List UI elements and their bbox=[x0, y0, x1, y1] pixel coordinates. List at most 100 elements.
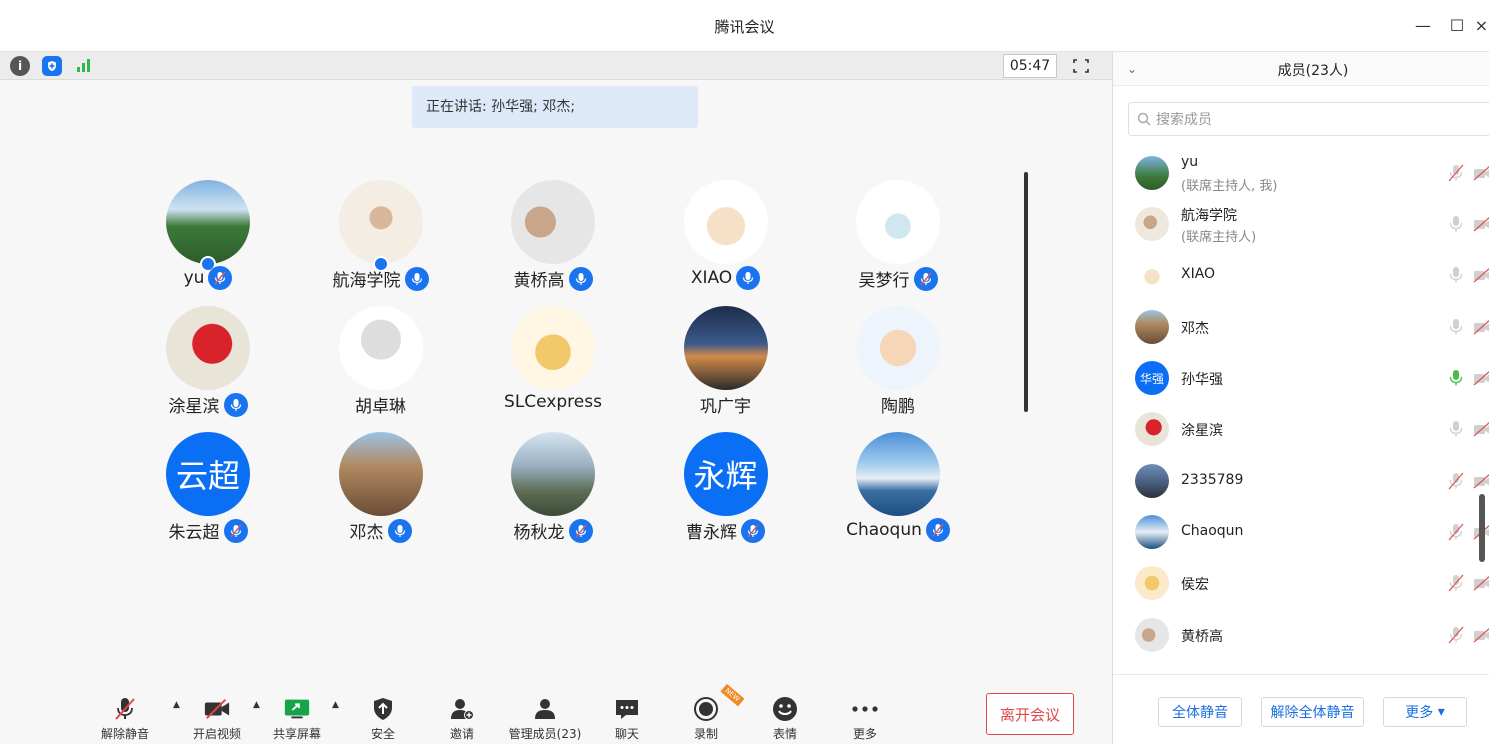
participant-avatar bbox=[166, 180, 250, 264]
member-row[interactable]: 邓杰 bbox=[1113, 302, 1489, 352]
grid-scrollbar[interactable] bbox=[1024, 172, 1028, 412]
member-camera-off-icon[interactable] bbox=[1473, 625, 1489, 645]
window-title: 腾讯会议 bbox=[714, 18, 775, 36]
member-row[interactable]: 2335789 bbox=[1113, 456, 1489, 506]
reaction-button[interactable]: 表情 bbox=[750, 696, 820, 742]
start-video-button[interactable]: 开启视频 bbox=[182, 696, 252, 742]
close-button[interactable]: × bbox=[1474, 14, 1489, 36]
participant-name-row: 杨秋龙 bbox=[467, 518, 639, 543]
member-row[interactable]: 侯宏 bbox=[1113, 558, 1489, 608]
member-mic-muted-icon[interactable] bbox=[1448, 625, 1464, 645]
participant-avatar: 永辉 bbox=[683, 432, 768, 516]
share-options-caret[interactable]: ▲ bbox=[332, 700, 339, 710]
member-camera-off-icon[interactable] bbox=[1473, 265, 1489, 285]
member-camera-off-icon[interactable] bbox=[1473, 419, 1489, 439]
participant-avatar bbox=[511, 180, 595, 264]
minimize-button[interactable]: — bbox=[1412, 14, 1434, 36]
participant-tile[interactable]: 陶鹏 bbox=[812, 306, 984, 432]
member-camera-off-icon[interactable] bbox=[1473, 471, 1489, 491]
video-options-caret[interactable]: ▲ bbox=[253, 700, 260, 710]
member-mic-icon[interactable] bbox=[1448, 265, 1464, 285]
maximize-button[interactable]: ☐ bbox=[1446, 14, 1468, 36]
shield-icon[interactable] bbox=[42, 56, 62, 76]
chat-icon bbox=[613, 696, 641, 722]
participant-tile[interactable]: 涂星滨 bbox=[122, 306, 294, 432]
mic-muted-icon bbox=[223, 518, 248, 543]
info-icon[interactable]: i bbox=[10, 56, 30, 76]
participant-tile[interactable]: 杨秋龙 bbox=[467, 432, 639, 558]
member-mic-muted-icon[interactable] bbox=[1448, 573, 1464, 593]
signal-icon[interactable] bbox=[74, 56, 94, 76]
participant-avatar bbox=[338, 306, 423, 390]
member-search-input[interactable]: 搜索成员 bbox=[1128, 102, 1489, 136]
member-mic-muted-icon[interactable] bbox=[1448, 163, 1464, 183]
member-mic-muted-icon[interactable] bbox=[1448, 522, 1464, 542]
member-row[interactable]: Chaoqun bbox=[1113, 507, 1489, 557]
member-name: 涂星滨 bbox=[1181, 423, 1223, 439]
member-row[interactable]: 华强 孙华强 bbox=[1113, 353, 1489, 403]
more-actions-button[interactable]: 更多 ▾ bbox=[1383, 697, 1467, 727]
participant-name: 曹永辉 bbox=[686, 523, 737, 543]
participant-tile[interactable]: Chaoqun bbox=[812, 432, 984, 558]
member-mic-muted-icon[interactable] bbox=[1448, 471, 1464, 491]
member-row[interactable]: 涂星滨 bbox=[1113, 404, 1489, 454]
unmute-all-button[interactable]: 解除全体静音 bbox=[1261, 697, 1364, 727]
leave-meeting-button[interactable]: 离开会议 bbox=[986, 693, 1074, 735]
participant-tile[interactable]: yu bbox=[122, 180, 294, 306]
participant-name-row: 吴梦行 bbox=[812, 266, 984, 291]
member-name: 2335789 bbox=[1181, 472, 1244, 488]
mic-options-caret[interactable]: ▲ bbox=[173, 700, 180, 710]
mic-icon bbox=[404, 266, 429, 291]
invite-button[interactable]: 邀请 bbox=[427, 696, 497, 742]
chat-button[interactable]: 聊天 bbox=[592, 696, 662, 742]
participant-tile[interactable]: 胡卓琳 bbox=[295, 306, 467, 432]
member-mic-icon[interactable] bbox=[1448, 214, 1464, 234]
participant-name-row: 邓杰 bbox=[295, 518, 467, 543]
participant-tile[interactable]: 永辉 曹永辉 bbox=[640, 432, 812, 558]
speaking-indicator: 正在讲话: 孙华强; 邓杰; bbox=[412, 86, 698, 128]
participant-name-row: SLCexpress bbox=[467, 392, 639, 412]
meeting-toolbar: 解除静音 ▲ 开启视频 ▲ 共享屏幕 ▲ 安全 邀请 管理成员(23) 聊天 录… bbox=[0, 683, 1112, 744]
member-row[interactable]: yu (联席主持人, 我) bbox=[1113, 148, 1489, 198]
participant-avatar bbox=[683, 306, 768, 390]
participant-tile[interactable]: 云超 朱云超 bbox=[122, 432, 294, 558]
member-mic-icon[interactable] bbox=[1448, 317, 1464, 337]
member-name: 邓杰 bbox=[1181, 321, 1209, 337]
member-camera-off-icon[interactable] bbox=[1473, 573, 1489, 593]
participant-tile[interactable]: SLCexpress bbox=[467, 306, 639, 432]
invite-icon bbox=[448, 696, 476, 722]
more-button[interactable]: 更多 bbox=[830, 696, 900, 742]
member-mic-icon[interactable] bbox=[1448, 419, 1464, 439]
participant-tile[interactable]: 巩广宇 bbox=[640, 306, 812, 432]
participant-name-row: 巩广宇 bbox=[640, 392, 812, 417]
video-area: i 05:47 正在讲话: 孙华强; 邓杰; yu 航海学院 黄桥高 XIAO 吴梦行涂… bbox=[0, 52, 1112, 744]
share-screen-button[interactable]: 共享屏幕 bbox=[262, 696, 332, 742]
member-camera-off-icon[interactable] bbox=[1473, 317, 1489, 337]
members-icon bbox=[531, 696, 559, 722]
participant-tile[interactable]: 航海学院 bbox=[295, 180, 467, 306]
member-camera-off-icon[interactable] bbox=[1473, 368, 1489, 388]
participant-tile[interactable]: 邓杰 bbox=[295, 432, 467, 558]
unmute-button[interactable]: 解除静音 bbox=[90, 696, 160, 742]
participant-tile[interactable]: 吴梦行 bbox=[812, 180, 984, 306]
member-camera-off-icon[interactable] bbox=[1473, 163, 1489, 183]
member-name: yu bbox=[1181, 154, 1199, 170]
mute-all-button[interactable]: 全体静音 bbox=[1158, 697, 1242, 727]
mic-icon bbox=[223, 392, 248, 417]
member-name: 航海学院 bbox=[1181, 208, 1237, 224]
manage-members-button[interactable]: 管理成员(23) bbox=[500, 696, 590, 742]
participant-tile[interactable]: XIAO bbox=[640, 180, 812, 306]
member-row[interactable]: XIAO bbox=[1113, 250, 1489, 300]
member-camera-off-icon[interactable] bbox=[1473, 214, 1489, 234]
participant-tile[interactable]: 黄桥高 bbox=[467, 180, 639, 306]
member-list-scrollbar[interactable] bbox=[1479, 494, 1485, 562]
record-button[interactable]: 录制 NEW bbox=[671, 683, 745, 742]
security-button[interactable]: 安全 bbox=[348, 696, 418, 742]
member-row[interactable]: 黄桥高 bbox=[1113, 610, 1489, 660]
member-name: 侯宏 bbox=[1181, 577, 1209, 593]
more-dots-icon bbox=[851, 696, 879, 722]
member-mic-speaking-icon[interactable] bbox=[1448, 368, 1464, 388]
members-panel-header: ⌄ 成员(23人) bbox=[1113, 52, 1489, 86]
fullscreen-icon[interactable] bbox=[1070, 56, 1092, 76]
member-row[interactable]: 航海学院 (联席主持人) bbox=[1113, 199, 1489, 249]
